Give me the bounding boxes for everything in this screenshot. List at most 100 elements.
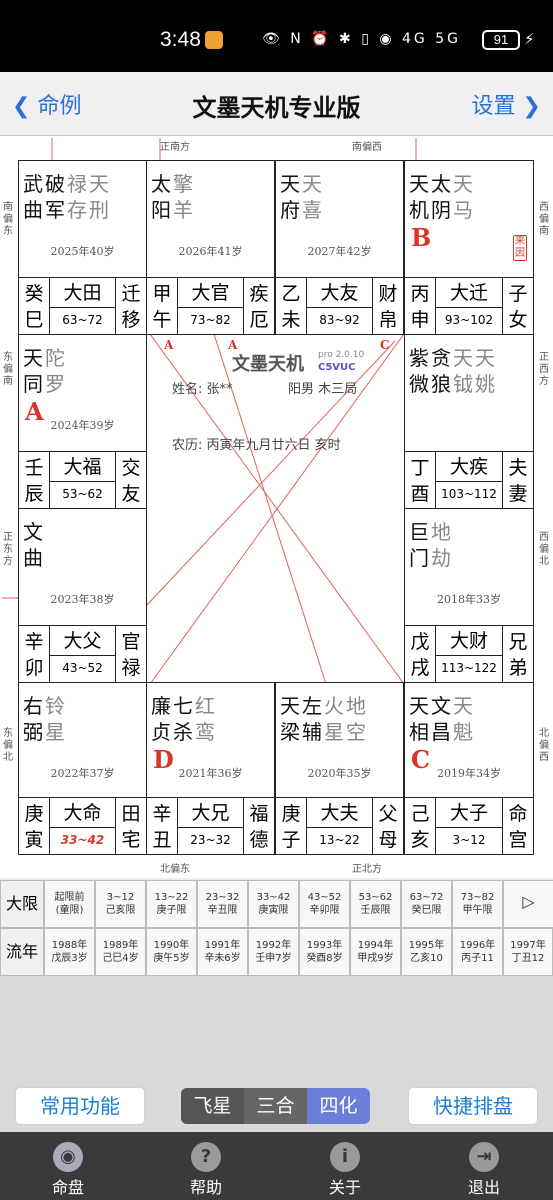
- liunian-cell-line: 壬申7岁: [255, 953, 292, 964]
- daxian-cell[interactable]: 43~52 辛卯限: [299, 880, 350, 928]
- liunian-cell[interactable]: 1994年 甲戌9岁: [350, 928, 401, 976]
- palace-11[interactable]: 天相 文昌 天魁 2019年34岁 C 己亥 大子 3~12 命宫: [404, 682, 534, 855]
- ganzhi: 癸巳: [19, 278, 50, 334]
- liunian-cell[interactable]: 1995年 乙亥10: [401, 928, 452, 976]
- sihua-marker: A: [25, 397, 44, 426]
- daxian-cell-line: 壬辰限: [360, 905, 391, 916]
- star-list: 天相 文昌 天魁: [409, 693, 475, 745]
- palace-10[interactable]: 天梁 左辅 火星 地空 2020年35岁 庚子 大夫 13~22 父母: [275, 682, 404, 855]
- ganzhi-text: 辛丑: [152, 803, 172, 851]
- common-functions-button[interactable]: 常用功能: [16, 1088, 144, 1124]
- star-list: 巨门 地劫: [409, 519, 453, 571]
- liunian-cell[interactable]: 1990年 庚午5岁: [146, 928, 197, 976]
- palace-age: 2018年33岁: [437, 593, 501, 606]
- star-name: 陀罗: [45, 346, 65, 396]
- palace-footer: 辛丑 大兄 23~32 福德: [147, 797, 274, 854]
- liunian-cell[interactable]: 1997年 丁丑12: [503, 928, 553, 976]
- daxian-cell[interactable]: 33~42 庚寅限: [248, 880, 299, 928]
- daxian-cell-line: 癸巳限: [411, 905, 442, 916]
- star-list: 天机 太阴 天马: [409, 171, 475, 223]
- star-name: 天梁: [280, 694, 300, 744]
- daxian-range: 113~122: [441, 661, 497, 675]
- liunian-cell[interactable]: 1988年 戊辰3岁: [44, 928, 95, 976]
- palace-4[interactable]: 天同 陀罗 2024年39岁 A 壬辰 大福 53~62 交友: [18, 334, 147, 509]
- daxian-cell[interactable]: 23~32 辛丑限: [197, 880, 248, 928]
- palace-name: 官禄: [115, 626, 146, 682]
- tab-exit[interactable]: ⇥ 退出: [444, 1132, 524, 1198]
- ganzhi: 壬辰: [19, 452, 50, 508]
- liunian-cell[interactable]: 1992年 壬申7岁: [248, 928, 299, 976]
- daxian-cell-line: 庚寅限: [258, 905, 289, 916]
- liunian-cell-line: 1988年: [51, 940, 88, 951]
- palace-name-text: 夫妻: [508, 457, 528, 505]
- settings-button[interactable]: 设置 ❯: [472, 88, 541, 120]
- daxian: 大夫 13~22: [307, 798, 372, 854]
- palace-3[interactable]: 天机 太阴 天马 B 来因 丙申 大迁 93~102 子女: [404, 160, 534, 335]
- star-list: 紫微 贪狼 天钺 天姚: [409, 345, 497, 397]
- daxian-cell-line: 辛卯限: [309, 905, 340, 916]
- next-arrow-button[interactable]: ▷: [503, 880, 553, 928]
- liunian-cell[interactable]: 1991年 辛未6岁: [197, 928, 248, 976]
- liunian-cell[interactable]: 1989年 己巳4岁: [95, 928, 146, 976]
- daxian-name: 大官: [178, 278, 243, 308]
- star-name: 破军: [45, 172, 65, 222]
- segment-sihua[interactable]: 四化: [307, 1088, 370, 1124]
- ganzhi: 戊戌: [405, 626, 436, 682]
- palace-9[interactable]: 廉贞 七杀 红鸾 2021年36岁 D 辛丑 大兄 23~32 福德: [146, 682, 275, 855]
- ganzhi: 丁酉: [405, 452, 436, 508]
- palace-name-text: 父母: [378, 803, 398, 851]
- daxian-name: 大命: [50, 798, 115, 828]
- palace-name-text: 子女: [508, 283, 528, 331]
- sihua-marker: D: [153, 745, 174, 774]
- daxian: 大父 43~52: [50, 626, 115, 682]
- star-list: 武曲 破军 禄存 天刑: [23, 171, 111, 223]
- daxian-cell[interactable]: 起限前 (童限): [44, 880, 95, 928]
- daxian-cell[interactable]: 53~62 壬辰限: [350, 880, 401, 928]
- liunian-cell[interactable]: 1996年 丙子11: [452, 928, 503, 976]
- tab-chart[interactable]: ◉ 命盘: [28, 1132, 108, 1198]
- star-name: 贪狼: [431, 346, 451, 396]
- daxian-cell-line: 33~42: [256, 892, 291, 903]
- star-name: 廉贞: [151, 694, 171, 744]
- star-name: 天府: [280, 172, 300, 222]
- palace-7[interactable]: 巨门 地劫 2018年33岁戊戌 大财 113~122 兄弟: [404, 508, 534, 683]
- daxian-cell[interactable]: 63~72 癸巳限: [401, 880, 452, 928]
- palace-5[interactable]: 紫微 贪狼 天钺 天姚丁酉 大疾 103~112 夫妻: [404, 334, 534, 509]
- quick-chart-button[interactable]: 快捷排盘: [409, 1088, 537, 1124]
- liunian-cell[interactable]: 1993年 癸酉8岁: [299, 928, 350, 976]
- palace-footer: 戊戌 大财 113~122 兄弟: [405, 625, 533, 682]
- segment-flying-star[interactable]: 飞星: [181, 1088, 244, 1124]
- daxian-cell[interactable]: 13~22 庚子限: [146, 880, 197, 928]
- segment-sanhe[interactable]: 三合: [244, 1088, 307, 1124]
- palace-name-text: 命宫: [508, 803, 528, 851]
- palace-2[interactable]: 天府 天喜 2027年42岁 乙未 大友 83~92 财帛: [275, 160, 404, 335]
- daxian-name: 大迁: [436, 278, 502, 308]
- palace-footer: 辛卯 大父 43~52 官禄: [19, 625, 146, 682]
- palace-8[interactable]: 右弼 铃星 2022年37岁 庚寅 大命 33~42 田宅: [18, 682, 147, 855]
- ganzhi: 乙未: [276, 278, 307, 334]
- daxian-cell[interactable]: 3~12 己亥限: [95, 880, 146, 928]
- battery-icon: 91: [482, 30, 520, 50]
- star-name: 紫微: [409, 346, 429, 396]
- palace-0[interactable]: 武曲 破军 禄存 天刑 2025年40岁 癸巳 大田 63~72 迁移: [18, 160, 147, 335]
- center-info-text: 阳男 木三局: [288, 382, 358, 397]
- palace-footer: 丁酉 大疾 103~112 夫妻: [405, 451, 533, 508]
- daxian: 大兄 23~32: [178, 798, 243, 854]
- daxian-cell[interactable]: 73~82 甲午限: [452, 880, 503, 928]
- palace-6[interactable]: 文曲 2023年38岁 辛卯 大父 43~52 官禄: [18, 508, 147, 683]
- tab-help[interactable]: ? 帮助: [166, 1132, 246, 1198]
- palace-1[interactable]: 太阳 擎羊 2026年41岁 甲午 大官 73~82 疾厄: [146, 160, 275, 335]
- center-info: 文墨天机 pro 2.0.10 C5VUC 姓名: 张** 阳男 木三局 农历:…: [146, 334, 404, 682]
- daxian-range: 3~12: [452, 833, 486, 847]
- palace-name-text: 交友: [121, 457, 141, 505]
- star-name: 天魁: [453, 694, 473, 744]
- ganzhi-text: 辛卯: [24, 631, 44, 679]
- daxian-range: 93~102: [444, 313, 494, 327]
- tab-help-label: 帮助: [189, 1178, 222, 1197]
- charging-icon: ⚡: [524, 30, 535, 48]
- palace-age: 2020年35岁: [307, 767, 372, 780]
- ganzhi: 庚子: [276, 798, 307, 854]
- star-list: 太阳 擎羊: [151, 171, 195, 223]
- ganzhi-text: 庚子: [281, 803, 301, 851]
- tab-about[interactable]: i 关于: [305, 1132, 385, 1198]
